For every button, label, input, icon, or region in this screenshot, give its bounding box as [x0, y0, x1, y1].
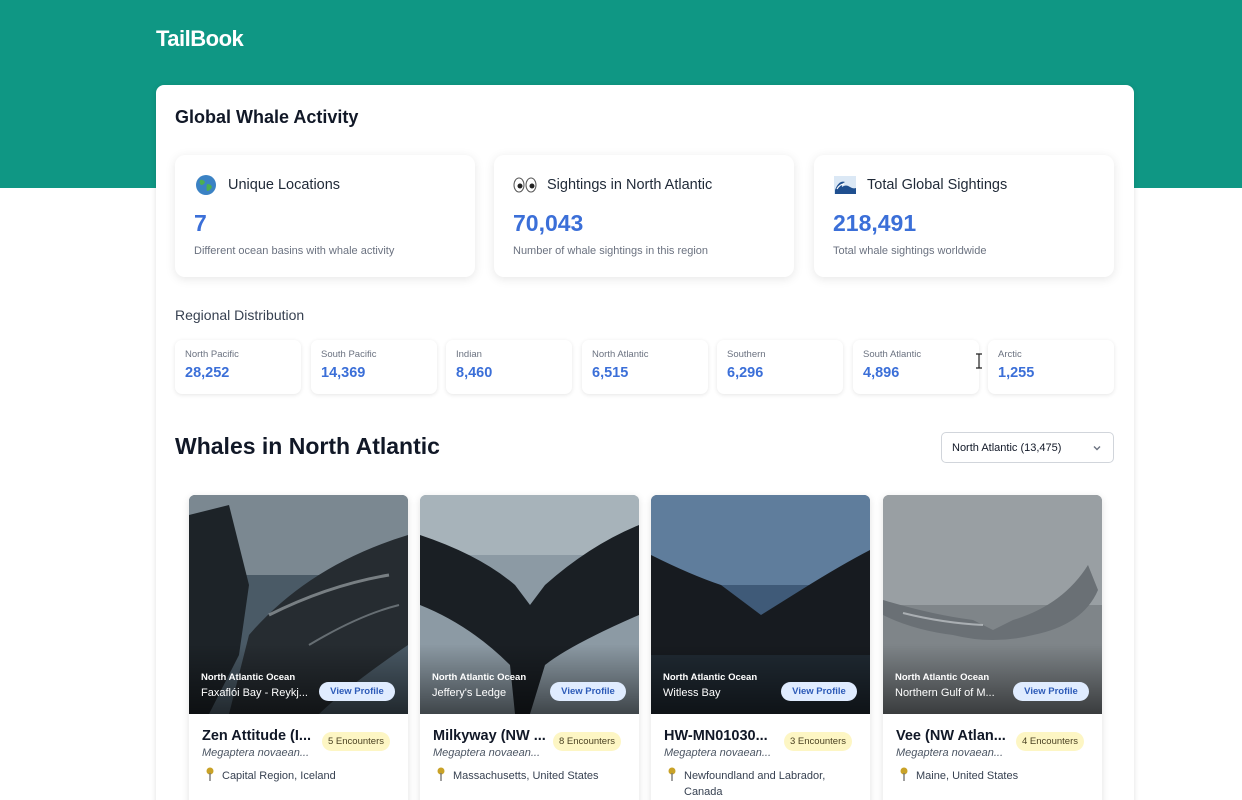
region-card-north-atlantic: North Atlantic 6,515: [582, 340, 708, 394]
region-card-southern: Southern 6,296: [717, 340, 843, 394]
location-label: Witless Bay: [663, 687, 721, 699]
place-label: Capital Region, Iceland: [222, 770, 336, 782]
main-panel: Global Whale Activity Unique Locations 7…: [156, 85, 1134, 800]
region-value: 1,255: [998, 365, 1035, 381]
whale-card[interactable]: North Atlantic Ocean Jeffery's Ledge Vie…: [420, 495, 639, 800]
map-pin-icon: [668, 767, 676, 781]
location-label: Faxaflói Bay - Reykj...: [201, 687, 308, 699]
eyes-icon: [513, 173, 537, 197]
stat-value: 7: [194, 210, 207, 236]
text-cursor-icon: [976, 353, 982, 369]
whales-section-title: Whales in North Atlantic: [175, 433, 440, 459]
region-value: 6,515: [592, 365, 629, 381]
ocean-label: North Atlantic Ocean: [663, 672, 758, 683]
whale-name[interactable]: Milkyway (NW ...: [433, 728, 553, 744]
map-pin-icon: [437, 767, 445, 781]
region-value: 14,369: [321, 365, 366, 381]
place-label: Newfoundland and Labrador, Canada: [684, 770, 826, 798]
region-value: 8,460: [456, 365, 493, 381]
region-value: 6,296: [727, 365, 764, 381]
stat-card-total-sightings: Total Global Sightings 218,491 Total wha…: [814, 155, 1114, 277]
app-logo[interactable]: TailBook: [156, 26, 244, 52]
stat-card-north-atlantic-sightings: Sightings in North Atlantic 70,043 Numbe…: [494, 155, 794, 277]
region-card-south-pacific: South Pacific 14,369: [311, 340, 437, 394]
region-name: Arctic: [998, 349, 1022, 360]
whale-name[interactable]: HW-MN01030...: [664, 728, 784, 744]
species-name: Megaptera novaean...: [433, 747, 541, 759]
place-label: Maine, United States: [916, 770, 1019, 782]
region-value: 4,896: [863, 365, 900, 381]
region-name: Indian: [456, 349, 482, 360]
region-select[interactable]: North Atlantic (13,475): [941, 432, 1114, 463]
encounters-badge: 8 Encounters: [553, 732, 621, 751]
whale-name[interactable]: Vee (NW Atlan...: [896, 728, 1016, 744]
region-name: North Pacific: [185, 349, 239, 360]
ocean-label: North Atlantic Ocean: [201, 672, 296, 683]
location-label: Jeffery's Ledge: [432, 687, 507, 699]
view-profile-button[interactable]: View Profile: [319, 682, 395, 701]
stat-value: 70,043: [513, 210, 584, 236]
location-label: Northern Gulf of M...: [895, 687, 995, 699]
species-name: Megaptera novaean...: [202, 747, 310, 759]
encounters-badge: 4 Encounters: [1016, 732, 1084, 751]
region-card-south-atlantic: South Atlantic 4,896: [853, 340, 979, 394]
chevron-down-icon: [1093, 446, 1101, 451]
stat-label: Unique Locations: [228, 177, 341, 193]
stat-label: Total Global Sightings: [867, 177, 1008, 193]
ocean-label: North Atlantic Ocean: [432, 672, 527, 683]
encounters-badge: 3 Encounters: [784, 732, 852, 751]
map-pin-icon: [206, 767, 214, 781]
whale-name[interactable]: Zen Attitude (I...: [202, 728, 322, 744]
view-profile-button[interactable]: View Profile: [1013, 682, 1089, 701]
overview-title: Global Whale Activity: [175, 107, 359, 127]
stat-card-unique-locations: Unique Locations 7 Different ocean basin…: [175, 155, 475, 277]
whale-card[interactable]: North Atlantic Ocean Witless Bay View Pr…: [651, 495, 870, 800]
region-card-north-pacific: North Pacific 28,252: [175, 340, 301, 394]
map-pin-icon: [900, 767, 908, 781]
region-card-arctic: Arctic 1,255: [988, 340, 1114, 394]
regional-distribution-title: Regional Distribution: [175, 307, 305, 323]
region-name: South Atlantic: [863, 349, 922, 360]
region-select-value: North Atlantic (13,475): [952, 441, 1062, 454]
encounters-badge: 5 Encounters: [322, 732, 390, 751]
region-name: Southern: [727, 349, 766, 360]
region-value: 28,252: [185, 365, 230, 381]
region-name: North Atlantic: [592, 349, 649, 360]
region-name: South Pacific: [321, 349, 377, 360]
region-card-indian: Indian 8,460: [446, 340, 572, 394]
stat-label: Sightings in North Atlantic: [547, 177, 713, 193]
place-label: Massachusetts, United States: [453, 770, 599, 782]
stat-description: Different ocean basins with whale activi…: [194, 245, 395, 257]
stat-description: Total whale sightings worldwide: [833, 245, 987, 257]
view-profile-button[interactable]: View Profile: [550, 682, 626, 701]
globe-icon: [194, 173, 218, 197]
stat-value: 218,491: [833, 210, 917, 236]
wave-icon: [833, 173, 857, 197]
view-profile-button[interactable]: View Profile: [781, 682, 857, 701]
whale-card[interactable]: North Atlantic Ocean Faxaflói Bay - Reyk…: [189, 495, 408, 800]
whale-card[interactable]: North Atlantic Ocean Northern Gulf of M.…: [883, 495, 1102, 800]
stat-description: Number of whale sightings in this region: [513, 245, 709, 257]
ocean-label: North Atlantic Ocean: [895, 672, 990, 683]
species-name: Megaptera novaean...: [896, 747, 1004, 759]
species-name: Megaptera novaean...: [664, 747, 772, 759]
